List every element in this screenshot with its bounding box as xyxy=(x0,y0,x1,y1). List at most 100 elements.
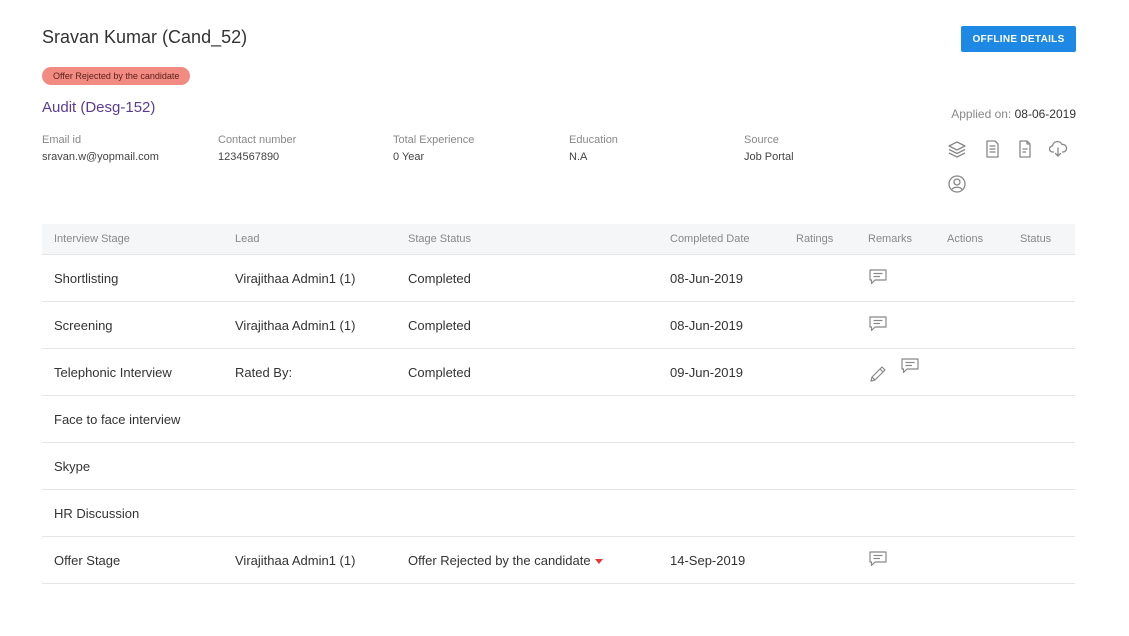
status-cell xyxy=(1008,301,1075,349)
remarks-cell xyxy=(856,348,935,396)
comment-icon[interactable] xyxy=(868,550,888,571)
applied-on-date: 08-06-2019 xyxy=(1014,107,1076,121)
actions-cell xyxy=(935,348,1008,396)
ratings-cell xyxy=(784,442,856,490)
stage-lead: Virajithaa Admin1 (1) xyxy=(223,536,396,584)
info-contact: Contact number 1234567890 xyxy=(218,134,296,163)
info-value: Job Portal xyxy=(744,151,794,163)
stage-lead xyxy=(223,489,396,537)
actions-cell xyxy=(935,395,1008,443)
user-profile-icon[interactable] xyxy=(946,173,968,195)
stage-name: Skype xyxy=(42,442,223,490)
completed-date: 14-Sep-2019 xyxy=(658,536,784,584)
column-header: Remarks xyxy=(856,224,935,255)
caret-down-icon xyxy=(594,558,603,564)
stage-lead: Virajithaa Admin1 (1) xyxy=(223,254,396,302)
column-header: Interview Stage xyxy=(42,224,223,255)
stage-status xyxy=(396,489,658,537)
info-label: Total Experience xyxy=(393,134,475,146)
comment-icon[interactable] xyxy=(868,315,888,336)
ratings-cell xyxy=(784,301,856,349)
stage-status-dropdown[interactable]: Offer Rejected by the candidate xyxy=(396,536,658,584)
table-row: Face to face interview xyxy=(42,395,1075,443)
stage-name: Shortlisting xyxy=(42,254,223,302)
stage-name: Telephonic Interview xyxy=(42,348,223,396)
column-header: Actions xyxy=(935,224,1008,255)
layers-icon[interactable] xyxy=(946,138,968,160)
resume-icon[interactable] xyxy=(1014,138,1036,160)
stage-status xyxy=(396,395,658,443)
actions-cell xyxy=(935,301,1008,349)
offline-details-button[interactable]: OFFLINE DETAILS xyxy=(961,26,1076,52)
completed-date xyxy=(658,442,784,490)
table-row: Screening Virajithaa Admin1 (1) Complete… xyxy=(42,301,1075,349)
stage-status: Completed xyxy=(396,254,658,302)
completed-date: 08-Jun-2019 xyxy=(658,254,784,302)
remarks-cell xyxy=(856,489,935,537)
stage-status: Completed xyxy=(396,348,658,396)
actions-cell xyxy=(935,489,1008,537)
ratings-cell xyxy=(784,254,856,302)
completed-date xyxy=(658,395,784,443)
stage-lead xyxy=(223,442,396,490)
edit-pencil-icon[interactable] xyxy=(868,364,888,387)
cloud-download-icon[interactable] xyxy=(1047,138,1069,160)
job-title[interactable]: Audit (Desg-152) xyxy=(42,99,155,116)
completed-date xyxy=(658,489,784,537)
actions-cell xyxy=(935,254,1008,302)
column-header: Stage Status xyxy=(396,224,658,255)
column-header: Lead xyxy=(223,224,396,255)
info-label: Contact number xyxy=(218,134,297,146)
remarks-cell xyxy=(856,536,935,584)
comment-icon[interactable] xyxy=(868,268,888,289)
info-value: sravan.w@yopmail.com xyxy=(42,151,159,163)
status-cell xyxy=(1008,395,1075,443)
ratings-cell xyxy=(784,536,856,584)
interview-stages-table: Interview Stage Lead Stage Status Comple… xyxy=(42,224,1075,584)
comment-icon[interactable] xyxy=(900,357,920,378)
info-label: Source xyxy=(744,134,779,146)
stage-status: Completed xyxy=(396,301,658,349)
ratings-cell xyxy=(784,348,856,396)
table-row: Shortlisting Virajithaa Admin1 (1) Compl… xyxy=(42,254,1075,302)
stage-name: HR Discussion xyxy=(42,489,223,537)
completed-date: 09-Jun-2019 xyxy=(658,348,784,396)
column-header: Status xyxy=(1008,224,1075,255)
info-value: 0 Year xyxy=(393,151,425,163)
status-cell xyxy=(1008,536,1075,584)
info-value: N.A xyxy=(569,151,588,163)
table-row: HR Discussion xyxy=(42,489,1075,537)
table-row: Skype xyxy=(42,442,1075,490)
column-header: Ratings xyxy=(784,224,856,255)
column-header: Completed Date xyxy=(658,224,784,255)
status-cell xyxy=(1008,442,1075,490)
status-cell xyxy=(1008,348,1075,396)
status-cell xyxy=(1008,254,1075,302)
table-header-row: Interview Stage Lead Stage Status Comple… xyxy=(42,224,1075,255)
candidate-name: Sravan Kumar (Cand_52) xyxy=(42,27,248,47)
ratings-cell xyxy=(784,489,856,537)
actions-cell xyxy=(935,536,1008,584)
stage-lead xyxy=(223,395,396,443)
table-row: Offer Stage Virajithaa Admin1 (1) Offer … xyxy=(42,536,1075,584)
table-row: Telephonic Interview Rated By: Completed… xyxy=(42,348,1075,396)
applied-on: Applied on: 08-06-2019 xyxy=(951,107,1076,121)
remarks-cell xyxy=(856,254,935,302)
ratings-cell xyxy=(784,395,856,443)
remarks-cell xyxy=(856,395,935,443)
stage-lead: Rated By: xyxy=(223,348,396,396)
status-cell xyxy=(1008,489,1075,537)
info-label: Education xyxy=(569,134,618,146)
stage-lead: Virajithaa Admin1 (1) xyxy=(223,301,396,349)
stage-status xyxy=(396,442,658,490)
actions-cell xyxy=(935,442,1008,490)
status-badge: Offer Rejected by the candidate xyxy=(42,67,191,85)
applied-on-label: Applied on: xyxy=(951,107,1012,121)
info-label: Email id xyxy=(42,134,82,146)
info-education: Education N.A xyxy=(569,134,618,163)
document-icon[interactable] xyxy=(981,138,1003,160)
remarks-cell xyxy=(856,442,935,490)
remarks-cell xyxy=(856,301,935,349)
info-value: 1234567890 xyxy=(218,151,280,163)
info-email: Email id sravan.w@yopmail.com xyxy=(42,134,159,163)
